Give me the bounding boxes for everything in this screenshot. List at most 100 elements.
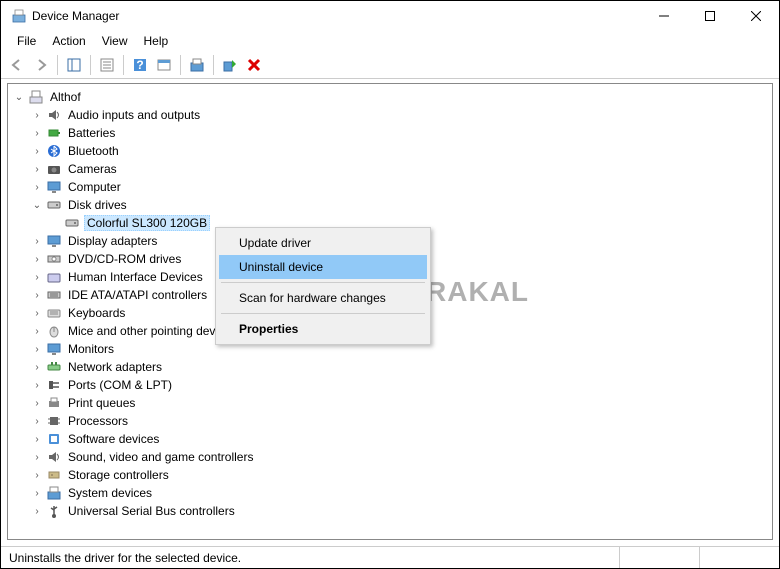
node-computer[interactable]: Computer <box>66 180 123 194</box>
menu-action[interactable]: Action <box>44 32 93 50</box>
expand-icon[interactable]: › <box>30 432 44 446</box>
maximize-button[interactable] <box>687 1 733 31</box>
expand-icon[interactable]: › <box>30 396 44 410</box>
network-icon <box>46 359 62 375</box>
node-monitors[interactable]: Monitors <box>66 342 116 356</box>
node-usb[interactable]: Universal Serial Bus controllers <box>66 504 237 518</box>
expand-icon[interactable]: › <box>30 378 44 392</box>
expand-icon[interactable]: › <box>30 234 44 248</box>
expand-icon[interactable]: › <box>30 504 44 518</box>
back-button[interactable] <box>5 53 29 77</box>
toolbar-separator <box>213 55 214 75</box>
node-software[interactable]: Software devices <box>66 432 161 446</box>
context-update-driver[interactable]: Update driver <box>219 231 427 255</box>
menu-file[interactable]: File <box>9 32 44 50</box>
mouse-icon <box>46 323 62 339</box>
status-text: Uninstalls the driver for the selected d… <box>9 551 619 565</box>
camera-icon <box>46 161 62 177</box>
close-button[interactable] <box>733 1 779 31</box>
disk-icon <box>64 215 80 231</box>
usb-icon <box>46 503 62 519</box>
node-printq[interactable]: Print queues <box>66 396 137 410</box>
context-uninstall-device[interactable]: Uninstall device <box>219 255 427 279</box>
status-cell <box>619 547 699 568</box>
expand-icon[interactable]: › <box>30 486 44 500</box>
help-button[interactable]: ? <box>128 53 152 77</box>
node-cameras[interactable]: Cameras <box>66 162 119 176</box>
status-bar: Uninstalls the driver for the selected d… <box>1 546 779 568</box>
node-mice[interactable]: Mice and other pointing devices <box>66 324 239 338</box>
node-storage[interactable]: Storage controllers <box>66 468 171 482</box>
monitor-icon <box>46 341 62 357</box>
expand-icon[interactable]: › <box>30 324 44 338</box>
expand-icon[interactable]: › <box>30 414 44 428</box>
expand-icon[interactable]: › <box>30 144 44 158</box>
hid-icon <box>46 269 62 285</box>
svg-text:?: ? <box>136 58 143 72</box>
expand-icon[interactable]: › <box>30 180 44 194</box>
display-icon <box>46 233 62 249</box>
menu-view[interactable]: View <box>94 32 136 50</box>
node-ports[interactable]: Ports (COM & LPT) <box>66 378 174 392</box>
toolbar-separator <box>123 55 124 75</box>
node-network[interactable]: Network adapters <box>66 360 164 374</box>
expand-icon[interactable]: › <box>30 288 44 302</box>
expand-icon[interactable]: › <box>30 162 44 176</box>
system-icon <box>46 485 62 501</box>
expand-icon[interactable]: › <box>30 108 44 122</box>
node-display[interactable]: Display adapters <box>66 234 159 248</box>
menu-help[interactable]: Help <box>136 32 177 50</box>
update-driver-button[interactable] <box>185 53 209 77</box>
node-audio[interactable]: Audio inputs and outputs <box>66 108 202 122</box>
show-hide-tree-button[interactable] <box>62 53 86 77</box>
context-scan-hardware[interactable]: Scan for hardware changes <box>219 286 427 310</box>
root-node[interactable]: Althof <box>48 90 83 104</box>
monitor-icon <box>46 179 62 195</box>
node-bluetooth[interactable]: Bluetooth <box>66 144 121 158</box>
dvd-icon <box>46 251 62 267</box>
toolbar-separator <box>180 55 181 75</box>
node-dvd[interactable]: DVD/CD-ROM drives <box>66 252 183 266</box>
scan-hardware-button[interactable] <box>218 53 242 77</box>
node-processors[interactable]: Processors <box>66 414 130 428</box>
software-icon <box>46 431 62 447</box>
expand-icon[interactable]: ⌄ <box>30 198 44 212</box>
node-hid[interactable]: Human Interface Devices <box>66 270 205 284</box>
minimize-button[interactable] <box>641 1 687 31</box>
expand-icon[interactable]: › <box>30 360 44 374</box>
expand-icon[interactable]: ⌄ <box>12 90 26 104</box>
window-controls <box>641 1 779 31</box>
ide-icon <box>46 287 62 303</box>
expand-icon[interactable]: › <box>30 342 44 356</box>
node-ide[interactable]: IDE ATA/ATAPI controllers <box>66 288 209 302</box>
computer-root-icon <box>28 89 44 105</box>
node-disk-item[interactable]: Colorful SL300 120GB <box>84 215 210 231</box>
sound-icon <box>46 449 62 465</box>
node-batteries[interactable]: Batteries <box>66 126 117 140</box>
window-title: Device Manager <box>32 9 641 23</box>
expand-icon[interactable]: › <box>30 126 44 140</box>
context-properties[interactable]: Properties <box>219 317 427 341</box>
action-button[interactable] <box>152 53 176 77</box>
printer-icon <box>46 395 62 411</box>
storage-icon <box>46 467 62 483</box>
properties-button[interactable] <box>95 53 119 77</box>
expand-icon[interactable]: › <box>30 450 44 464</box>
status-cell <box>699 547 779 568</box>
menu-bar: File Action View Help <box>1 31 779 51</box>
node-disk-drives[interactable]: Disk drives <box>66 198 129 212</box>
expand-icon[interactable]: › <box>30 468 44 482</box>
node-system[interactable]: System devices <box>66 486 154 500</box>
uninstall-button[interactable] <box>242 53 266 77</box>
toolbar-separator <box>90 55 91 75</box>
context-menu: Update driver Uninstall device Scan for … <box>215 227 431 345</box>
expand-icon[interactable]: › <box>30 252 44 266</box>
forward-button[interactable] <box>29 53 53 77</box>
bluetooth-icon <box>46 143 62 159</box>
node-sound[interactable]: Sound, video and game controllers <box>66 450 255 464</box>
node-keyboards[interactable]: Keyboards <box>66 306 127 320</box>
port-icon <box>46 377 62 393</box>
keyboard-icon <box>46 305 62 321</box>
expand-icon[interactable]: › <box>30 270 44 284</box>
expand-icon[interactable]: › <box>30 306 44 320</box>
